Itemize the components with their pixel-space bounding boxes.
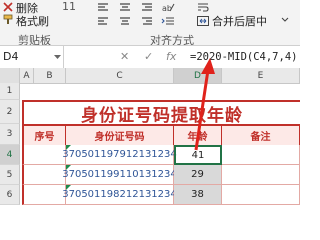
error-indicator-icon[interactable] — [66, 185, 71, 190]
confirm-button[interactable]: ✓ — [144, 49, 153, 65]
header-seq[interactable]: 序号 — [22, 124, 66, 145]
delete-icon[interactable] — [2, 1, 14, 13]
id-cell-3[interactable]: 370501198212131234 — [62, 185, 177, 205]
merge-center-button[interactable]: 合并后居中 — [212, 13, 267, 29]
age-cell-selected[interactable]: 41 — [174, 145, 222, 165]
cancel-button[interactable]: ✕ — [120, 49, 129, 65]
column-header-d[interactable]: D — [174, 68, 222, 83]
worksheet-grid: A B C D E 1 2 3 4 5 6 身份证号码提取年龄 序号 身份证号码… — [0, 68, 300, 205]
align-top-left-icon[interactable] — [96, 1, 110, 13]
id-cell-2[interactable]: 370501199110131234 — [62, 165, 177, 185]
align-center-icon[interactable] — [118, 15, 132, 27]
align-top-right-icon[interactable] — [140, 1, 154, 13]
note-cell[interactable] — [222, 185, 300, 205]
row-header-4[interactable]: 4 — [0, 145, 20, 165]
id-cell-1[interactable]: 370501197912131234 — [62, 145, 177, 165]
format-brush-icon[interactable] — [2, 13, 14, 25]
chevron-down-icon[interactable] — [280, 15, 290, 25]
formula-bar: D4 ✕ ✓ fx =2020-MID(C4,7,4) — [0, 45, 300, 69]
align-left-icon[interactable] — [96, 15, 110, 27]
svg-text:ab: ab — [162, 4, 172, 13]
age-cell[interactable]: 29 — [174, 165, 222, 185]
column-header-e[interactable]: E — [222, 68, 300, 83]
error-indicator-icon[interactable] — [66, 165, 71, 170]
font-size-value[interactable]: 11 — [62, 0, 76, 13]
column-header-a[interactable]: A — [20, 68, 34, 83]
row-header-3[interactable]: 3 — [0, 124, 20, 145]
column-header-b[interactable]: B — [34, 68, 66, 83]
align-top-center-icon[interactable] — [118, 1, 132, 13]
note-cell[interactable] — [222, 145, 300, 165]
ribbon: 删除 格式刷 剪贴板 11 ab 合并后居中 对齐方式 — [0, 0, 300, 47]
row-header-5[interactable]: 5 — [0, 165, 20, 185]
row-header-6[interactable]: 6 — [0, 185, 20, 205]
insert-function-button[interactable]: fx — [166, 49, 176, 65]
select-all-corner[interactable] — [0, 68, 20, 83]
align-right-icon[interactable] — [140, 15, 154, 27]
format-brush-button[interactable]: 格式刷 — [16, 13, 49, 29]
orientation-icon[interactable]: ab — [160, 1, 176, 13]
indent-icon[interactable] — [160, 15, 176, 27]
column-header-c[interactable]: C — [66, 68, 174, 83]
seq-cell[interactable] — [22, 165, 66, 185]
namebox-dropdown-icon[interactable] — [52, 52, 62, 62]
header-note[interactable]: 备注 — [222, 124, 300, 145]
row-header-2[interactable]: 2 — [0, 100, 20, 124]
seq-cell[interactable] — [22, 145, 66, 165]
merge-center-icon[interactable] — [196, 15, 210, 27]
header-age[interactable]: 年龄 — [174, 124, 222, 145]
formula-input[interactable]: =2020-MID(C4,7,4) — [190, 46, 297, 68]
error-indicator-icon[interactable] — [66, 145, 71, 150]
age-cell[interactable]: 38 — [174, 185, 222, 205]
note-cell[interactable] — [222, 165, 300, 185]
seq-cell[interactable] — [22, 185, 66, 205]
sheet-title[interactable]: 身份证号码提取年龄 — [22, 100, 300, 126]
header-id-number[interactable]: 身份证号码 — [66, 124, 174, 145]
wrap-text-icon[interactable] — [196, 1, 210, 13]
row-header-1[interactable]: 1 — [0, 83, 20, 100]
